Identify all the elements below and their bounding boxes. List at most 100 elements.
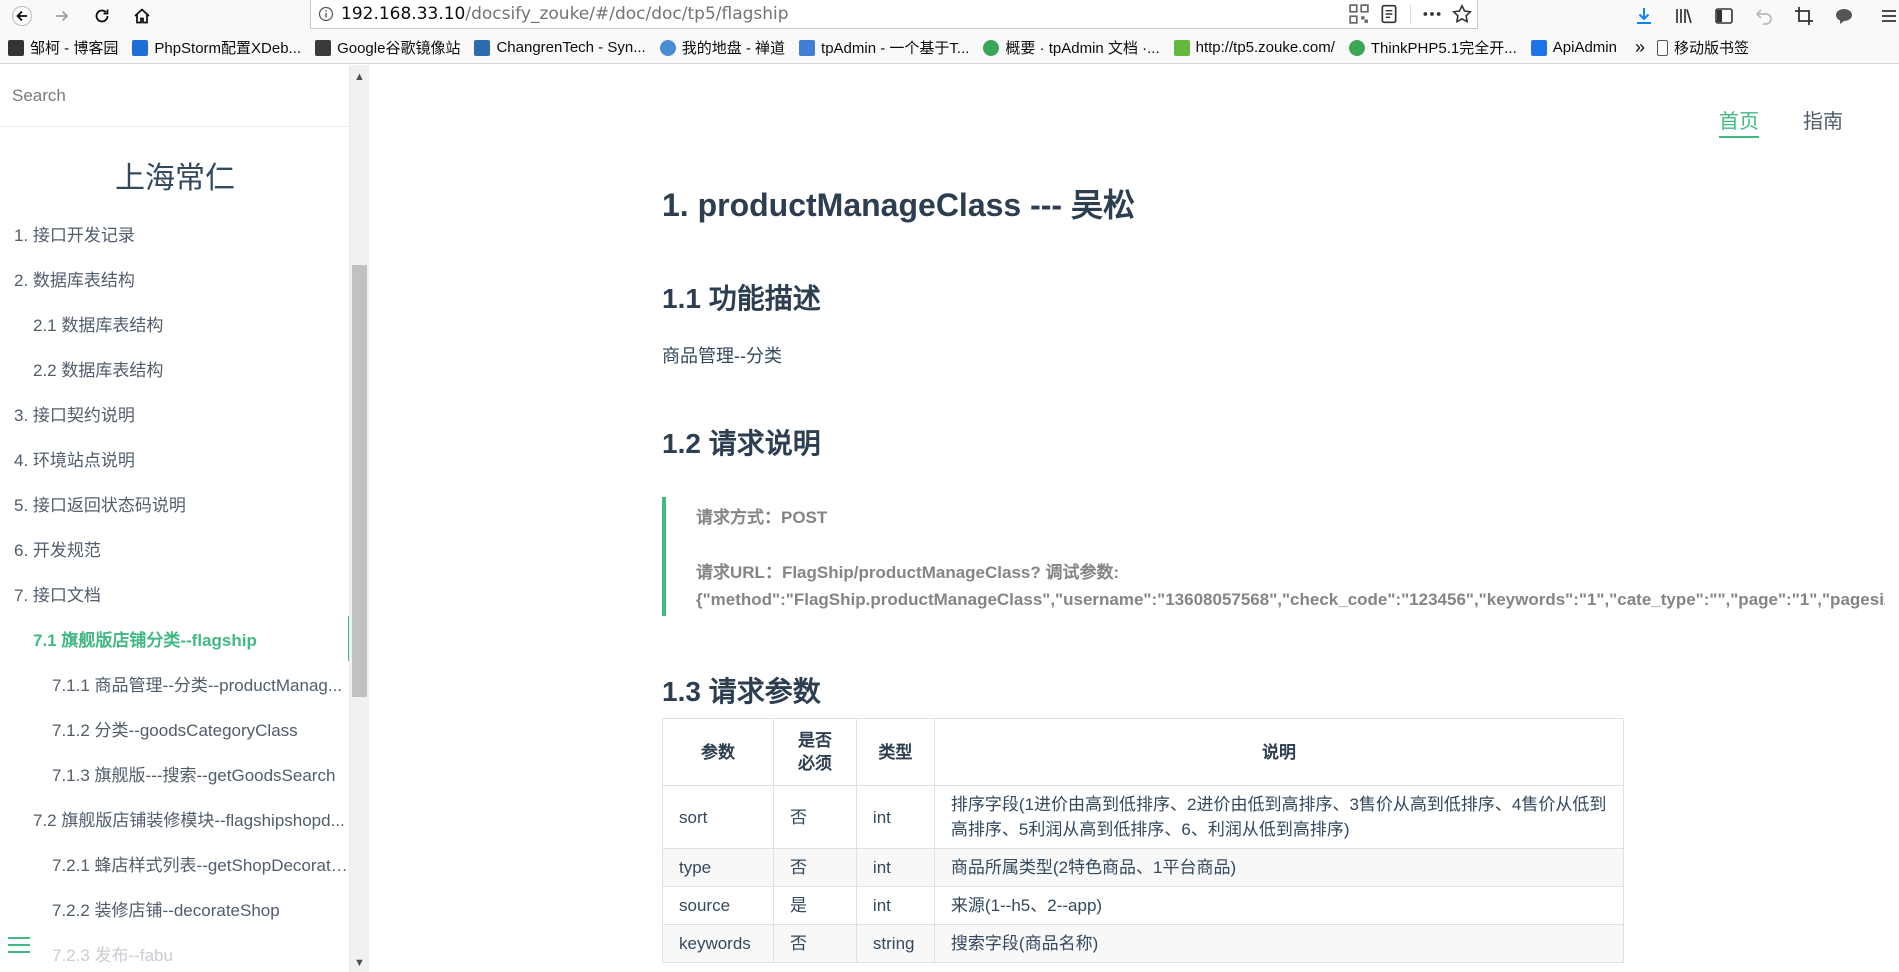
sidebar-item-label: 7.1.2 分类--goodsCategoryClass <box>52 721 298 740</box>
reload-icon <box>95 9 109 23</box>
bookmark-item[interactable]: ChangrenTech - Syn... <box>474 39 646 56</box>
sidebar-item-label: 2. 数据库表结构 <box>14 271 135 290</box>
sidebar-item[interactable]: 7.1.3 旗舰版---搜索--getGoodsSearch <box>0 751 349 796</box>
bookmark-item[interactable]: Google谷歌镜像站 <box>315 37 460 58</box>
sidebar-item-label: 2.2 数据库表结构 <box>33 361 164 380</box>
search-input[interactable] <box>12 85 332 106</box>
sidebar-item[interactable]: 7.1.1 商品管理--分类--productManag... <box>0 661 349 706</box>
params-table: 参数 是否 必须 类型 说明 sort 否 int 排序字段(1进价由高到低排序… <box>662 718 1625 963</box>
home-button[interactable] <box>126 0 158 32</box>
back-arrow-icon <box>12 6 32 26</box>
sidebar-scrollbar-thumb[interactable] <box>352 265 367 697</box>
sidebar-item[interactable]: 7.2.2 装修店铺--decorateShop <box>0 886 349 931</box>
table-cell: int <box>855 886 935 925</box>
sidebar-item[interactable]: 7.1.2 分类--goodsCategoryClass <box>0 706 349 751</box>
table-cell: sort <box>662 785 774 849</box>
sidebar-item-label: 1. 接口开发记录 <box>14 226 135 245</box>
sidebar-item-label: 4. 环境站点说明 <box>14 451 135 470</box>
table-cell: 搜索字段(商品名称) <box>933 924 1625 963</box>
table-cell: string <box>855 924 935 963</box>
sidebar-item[interactable]: 3. 接口契约说明 <box>0 391 349 436</box>
sidebar-item[interactable]: 6. 开发规范 <box>0 526 349 571</box>
sidebar-item[interactable]: 4. 环境站点说明 <box>0 436 349 481</box>
sidebar-toggle-icon[interactable] <box>8 937 30 959</box>
home-icon <box>134 8 150 24</box>
app-name[interactable]: 上海常仁 <box>0 153 349 197</box>
sidebar-item-label: 7.1.3 旗舰版---搜索--getGoodsSearch <box>52 766 336 785</box>
sidebar-item[interactable]: 5. 接口返回状态码说明 <box>0 481 349 526</box>
sidebar-item[interactable]: 1. 接口开发记录 <box>0 211 349 256</box>
table-row: type 否 int 商品所属类型(2特色商品、1平台商品) <box>662 848 1625 887</box>
table-cell: 商品所属类型(2特色商品、1平台商品) <box>933 848 1625 887</box>
sidebar-item-label: 7.1.1 商品管理--分类--productManag... <box>52 676 343 695</box>
page-scrollbar[interactable] <box>1885 65 1899 972</box>
bookmark-favicon-icon <box>315 39 332 56</box>
table-cell: 否 <box>772 848 857 887</box>
sidebar-item[interactable]: 2. 数据库表结构 <box>0 256 349 301</box>
sidebar-item[interactable]: 7.2 旗舰版店铺装修模块--flagshipshopd... <box>0 796 349 841</box>
sidebar-item-label: 7.2 旗舰版店铺装修模块--flagshipshopd... <box>33 811 345 830</box>
sidebar-item-active[interactable]: 7.1 旗舰版店铺分类--flagship <box>0 616 349 661</box>
reload-button[interactable] <box>86 0 118 32</box>
bookmark-item[interactable]: 邹柯 - 博客园 <box>8 37 118 58</box>
page-title: 1. productManageClass --- 吴松 <box>662 187 1135 223</box>
sidebar-item-label: 7.2.1 蜂店样式列表--getShopDecorate... <box>52 856 350 875</box>
column-header: 类型 <box>855 718 935 786</box>
request-method: 请求方式：POST <box>696 508 828 527</box>
bookmark-label: ChangrenTech - Syn... <box>496 39 646 56</box>
column-header: 是否 必须 <box>772 718 857 786</box>
table-cell: keywords <box>662 924 774 963</box>
site-info-icon[interactable] <box>311 6 341 22</box>
sidebar-item-label: 5. 接口返回状态码说明 <box>14 496 186 515</box>
sidebar-item[interactable]: 2.2 数据库表结构 <box>0 346 349 391</box>
section-heading-request: 1.2 请求说明 <box>662 428 821 459</box>
sidebar-item[interactable]: 2.1 数据库表结构 <box>0 301 349 346</box>
column-header: 说明 <box>933 718 1625 786</box>
sidebar-item-label: 2.1 数据库表结构 <box>33 316 164 335</box>
section-heading-params: 1.3 请求参数 <box>662 676 821 707</box>
bookmark-favicon-icon <box>132 39 149 56</box>
bookmark-label: PhpStorm配置XDeb... <box>154 40 302 57</box>
doc-content: 1. productManageClass --- 吴松 1.1 功能描述 商品… <box>662 0 1899 972</box>
bookmark-favicon-icon <box>8 39 24 56</box>
forward-arrow-icon <box>56 10 69 22</box>
sidebar: 上海常仁 1. 接口开发记录 2. 数据库表结构 2.1 数据库表结构 2.2 … <box>0 65 350 972</box>
sidebar-item-label: 6. 开发规范 <box>14 541 101 560</box>
table-cell: 排序字段(1进价由高到低排序、2进价由低到高排序、3售价从高到低排序、4售价从低… <box>933 785 1625 849</box>
table-cell: 否 <box>772 924 857 963</box>
table-cell: 来源(1--h5、2--app) <box>933 886 1625 925</box>
sidebar-item-label: 3. 接口契约说明 <box>14 406 135 425</box>
bookmark-label: Google谷歌镜像站 <box>337 40 461 57</box>
request-info-blockquote: 请求方式：POST 请求URL：FlagShip/productManageCl… <box>662 497 1899 616</box>
sidebar-item-label: 7.1 旗舰版店铺分类--flagship <box>33 631 257 650</box>
bookmark-item[interactable]: PhpStorm配置XDeb... <box>132 37 301 58</box>
bookmark-favicon-icon <box>474 39 491 56</box>
sidebar-item-label: 7. 接口文档 <box>14 586 101 605</box>
sidebar-item-label: 7.2.2 装修店铺--decorateShop <box>52 901 280 920</box>
scroll-up-icon[interactable]: ▲ <box>350 68 369 85</box>
sidebar-item[interactable]: 7.2.1 蜂店样式列表--getShopDecorate... <box>0 841 350 886</box>
table-cell: 是 <box>772 886 857 925</box>
back-button[interactable] <box>2 0 42 32</box>
request-url: 请求URL：FlagShip/productManageClass? 调试参数: <box>696 563 1120 582</box>
table-cell: 否 <box>772 785 857 849</box>
sidebar-item[interactable]: 7. 接口文档 <box>0 571 349 616</box>
sidebar-item[interactable]: 7.2.3 发布--fabu <box>0 931 349 972</box>
table-row: sort 否 int 排序字段(1进价由高到低排序、2进价由低到高排序、3售价从… <box>662 785 1625 849</box>
forward-button[interactable] <box>46 0 78 32</box>
scroll-down-icon[interactable]: ▼ <box>350 954 369 971</box>
request-debug-params: {"method":"FlagShip.productManageClass",… <box>696 590 1899 609</box>
table-row: keywords 否 string 搜索字段(商品名称) <box>662 924 1625 963</box>
function-description: 商品管理--分类 <box>662 346 782 366</box>
column-header: 参数 <box>662 718 774 786</box>
url-host: 192.168.33.10 <box>341 4 466 24</box>
sidebar-nav: 1. 接口开发记录 2. 数据库表结构 2.1 数据库表结构 2.2 数据库表结… <box>0 211 350 972</box>
table-cell: type <box>662 848 774 887</box>
table-cell: source <box>662 886 774 925</box>
section-heading-function: 1.1 功能描述 <box>662 283 821 314</box>
table-cell: int <box>855 785 935 849</box>
table-row: source 是 int 来源(1--h5、2--app) <box>662 886 1625 925</box>
search-box <box>0 65 349 127</box>
table-cell: int <box>855 848 935 887</box>
sidebar-item-label: 7.2.3 发布--fabu <box>52 946 173 965</box>
